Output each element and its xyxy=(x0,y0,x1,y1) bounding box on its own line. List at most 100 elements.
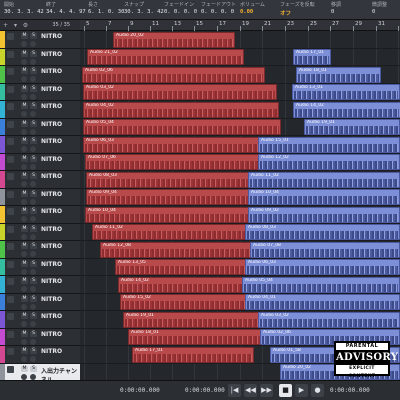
to-start-button[interactable]: |◀ xyxy=(228,384,241,397)
solo-button[interactable]: S xyxy=(30,295,37,302)
mute-button[interactable]: M xyxy=(21,68,28,74)
track-name[interactable]: NITRO xyxy=(41,103,62,110)
audio-event[interactable]: Audio 19_01 xyxy=(123,311,278,328)
track-lane[interactable]: Audio 03_02 Audio 13_01 xyxy=(80,84,400,101)
info-value[interactable]: 6. 1. 0. 30 xyxy=(88,9,124,15)
track-color-strip[interactable] xyxy=(0,293,5,310)
track-name[interactable]: NITRO xyxy=(41,243,62,250)
mute-button[interactable]: M xyxy=(21,208,28,214)
audio-event[interactable]: Audio 18_01 xyxy=(128,329,273,345)
mute-button[interactable]: M xyxy=(21,348,28,354)
solo-button[interactable]: S xyxy=(30,68,37,74)
track-name[interactable]: NITRO xyxy=(41,208,62,215)
audio-event[interactable]: Audio 03_02 xyxy=(258,311,400,328)
record-enable-button[interactable] xyxy=(21,321,27,327)
mute-button[interactable]: M xyxy=(21,190,28,197)
track-lane[interactable]: Audio 05_04 Audio 19_01 xyxy=(80,119,400,136)
track-header[interactable]: M S NITRO xyxy=(0,223,80,241)
track-lane[interactable]: Audio 07_06 Audio 12_02 xyxy=(80,154,400,171)
audio-event[interactable]: Audio 06_03 xyxy=(245,259,400,275)
mute-button[interactable]: M xyxy=(21,278,28,284)
track-name[interactable]: NITRO xyxy=(41,33,62,40)
track-lane[interactable]: Audio 12_08 Audio 07_08 xyxy=(80,241,400,259)
track-color-strip[interactable] xyxy=(0,328,5,345)
record-enable-button[interactable] xyxy=(21,181,27,187)
track-name[interactable]: NITRO xyxy=(41,138,62,145)
monitor-button[interactable] xyxy=(30,338,36,345)
time-display-mid[interactable]: 0:00:00.000 xyxy=(185,387,225,394)
track-lane[interactable]: Audio 10_04 Audio 09_02 xyxy=(80,206,400,224)
record-enable-button[interactable] xyxy=(21,198,27,205)
info-value[interactable]: 30. 3. 3. 42 xyxy=(4,9,44,15)
audio-event[interactable]: Audio 11_02 xyxy=(248,171,400,188)
audio-event[interactable]: Audio 17_01 xyxy=(132,346,254,363)
track-lane[interactable]: Audio 04_02 Audio 14_02 xyxy=(80,101,400,119)
track-color-strip[interactable] xyxy=(0,241,5,258)
solo-button[interactable]: S xyxy=(30,313,37,319)
mute-button[interactable]: M xyxy=(21,330,28,337)
info-value[interactable]: 30. 3. 3. 42 xyxy=(124,9,164,15)
track-color-strip[interactable] xyxy=(0,171,5,188)
solo-button[interactable]: S xyxy=(30,120,37,127)
audio-event[interactable]: Audio 14_02 xyxy=(293,101,400,118)
track-header[interactable]: M S NITRO xyxy=(0,171,80,189)
stop-button[interactable]: ■ xyxy=(279,384,292,397)
monitor-button[interactable] xyxy=(30,41,36,47)
info-value[interactable]: 34. 4. 4. 97 xyxy=(46,9,86,15)
mute-button[interactable]: M xyxy=(21,103,28,109)
track-header[interactable]: MS入出力チャンネル xyxy=(0,363,80,384)
track-name[interactable]: NITRO xyxy=(41,173,62,180)
track-color-strip[interactable] xyxy=(0,258,5,275)
track-lane[interactable]: Audio 19_01 Audio 03_02 xyxy=(80,311,400,329)
record-enable-button[interactable] xyxy=(21,268,27,275)
add-track-icon[interactable]: + xyxy=(2,22,9,29)
track-color-strip[interactable] xyxy=(0,136,5,153)
track-header[interactable]: M S NITRO xyxy=(0,31,80,49)
solo-button[interactable]: S xyxy=(30,260,37,267)
record-enable-button[interactable] xyxy=(21,163,27,170)
audio-event[interactable]: Audio 02_06 xyxy=(82,66,265,83)
mute-button[interactable]: M xyxy=(21,260,28,267)
track-header[interactable]: M S NITRO xyxy=(0,241,80,259)
audio-event[interactable]: Audio 20_02 xyxy=(113,31,235,48)
solo-button[interactable]: S xyxy=(30,225,37,232)
solo-button[interactable]: S xyxy=(30,243,37,249)
monitor-button[interactable] xyxy=(30,268,36,275)
rewind-button[interactable]: ◀◀ xyxy=(244,384,257,397)
solo-button[interactable]: S xyxy=(30,85,37,92)
audio-event[interactable]: Audio 19_01 xyxy=(304,119,400,135)
info-value[interactable]: 0.00 xyxy=(240,9,253,15)
solo-button[interactable]: S xyxy=(30,365,37,372)
record-enable-button[interactable] xyxy=(21,373,27,380)
track-header[interactable]: M S NITRO xyxy=(0,153,80,171)
record-enable-button[interactable] xyxy=(21,216,27,222)
track-name[interactable]: NITRO xyxy=(41,296,62,303)
track-header[interactable]: M S NITRO xyxy=(0,136,80,154)
track-color-strip[interactable] xyxy=(0,206,5,223)
track-name[interactable]: NITRO xyxy=(41,261,62,268)
track-color-strip[interactable] xyxy=(0,153,5,170)
record-enable-button[interactable] xyxy=(21,58,27,65)
event-display[interactable]: Audio 20_02 Audio 21_02 Audio 17_01 Audio 0… xyxy=(80,31,400,380)
mute-button[interactable]: M xyxy=(21,365,28,372)
monitor-button[interactable] xyxy=(30,233,36,240)
info-value[interactable]: オフ xyxy=(280,9,291,17)
audio-event[interactable]: Audio 05_04 xyxy=(242,276,400,293)
mute-button[interactable]: M xyxy=(21,155,28,162)
monitor-button[interactable] xyxy=(30,251,36,257)
track-name[interactable]: NITRO xyxy=(41,51,62,58)
track-header[interactable]: M S NITRO xyxy=(0,293,80,311)
track-lane[interactable]: Audio 13_05 Audio 06_03 xyxy=(80,259,400,276)
monitor-button[interactable] xyxy=(30,321,36,327)
track-color-strip[interactable] xyxy=(0,363,5,380)
track-lane[interactable]: Audio 21_02 Audio 17_01 xyxy=(80,49,400,66)
solo-button[interactable]: S xyxy=(30,278,37,284)
monitor-button[interactable] xyxy=(30,356,36,362)
track-name[interactable]: NITRO xyxy=(41,331,62,338)
mute-button[interactable]: M xyxy=(21,138,28,144)
monitor-button[interactable] xyxy=(30,303,36,310)
record-enable-button[interactable] xyxy=(21,111,27,117)
track-lane[interactable]: Audio 02_06 Audio 18_01 xyxy=(80,66,400,84)
solo-button[interactable]: S xyxy=(30,155,37,162)
record-enable-button[interactable] xyxy=(21,356,27,362)
